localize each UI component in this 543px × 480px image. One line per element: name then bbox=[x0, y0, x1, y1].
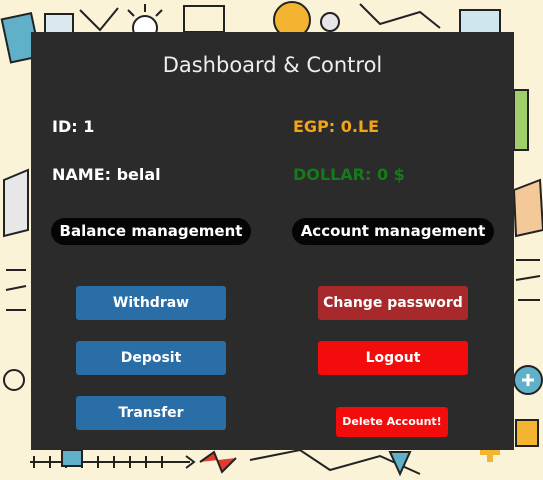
delete-account-button[interactable]: Delete Account! bbox=[336, 407, 448, 437]
dollar-balance: DOLLAR: 0 $ bbox=[293, 165, 405, 184]
transfer-button[interactable]: Transfer bbox=[76, 396, 226, 430]
account-management-heading: Account management bbox=[292, 218, 494, 245]
egp-balance: EGP: 0.LE bbox=[293, 117, 380, 136]
balance-management-heading: Balance management bbox=[51, 218, 251, 245]
logout-button[interactable]: Logout bbox=[318, 341, 468, 375]
account-name: NAME: belal bbox=[52, 165, 161, 184]
deposit-button[interactable]: Deposit bbox=[76, 341, 226, 375]
account-id: ID: 1 bbox=[52, 117, 95, 136]
change-password-button[interactable]: Change password bbox=[318, 286, 468, 320]
page-title: Dashboard & Control bbox=[162, 53, 383, 77]
withdraw-button[interactable]: Withdraw bbox=[76, 286, 226, 320]
dashboard-panel: Dashboard & Control ID: 1 NAME: belal EG… bbox=[31, 32, 514, 450]
